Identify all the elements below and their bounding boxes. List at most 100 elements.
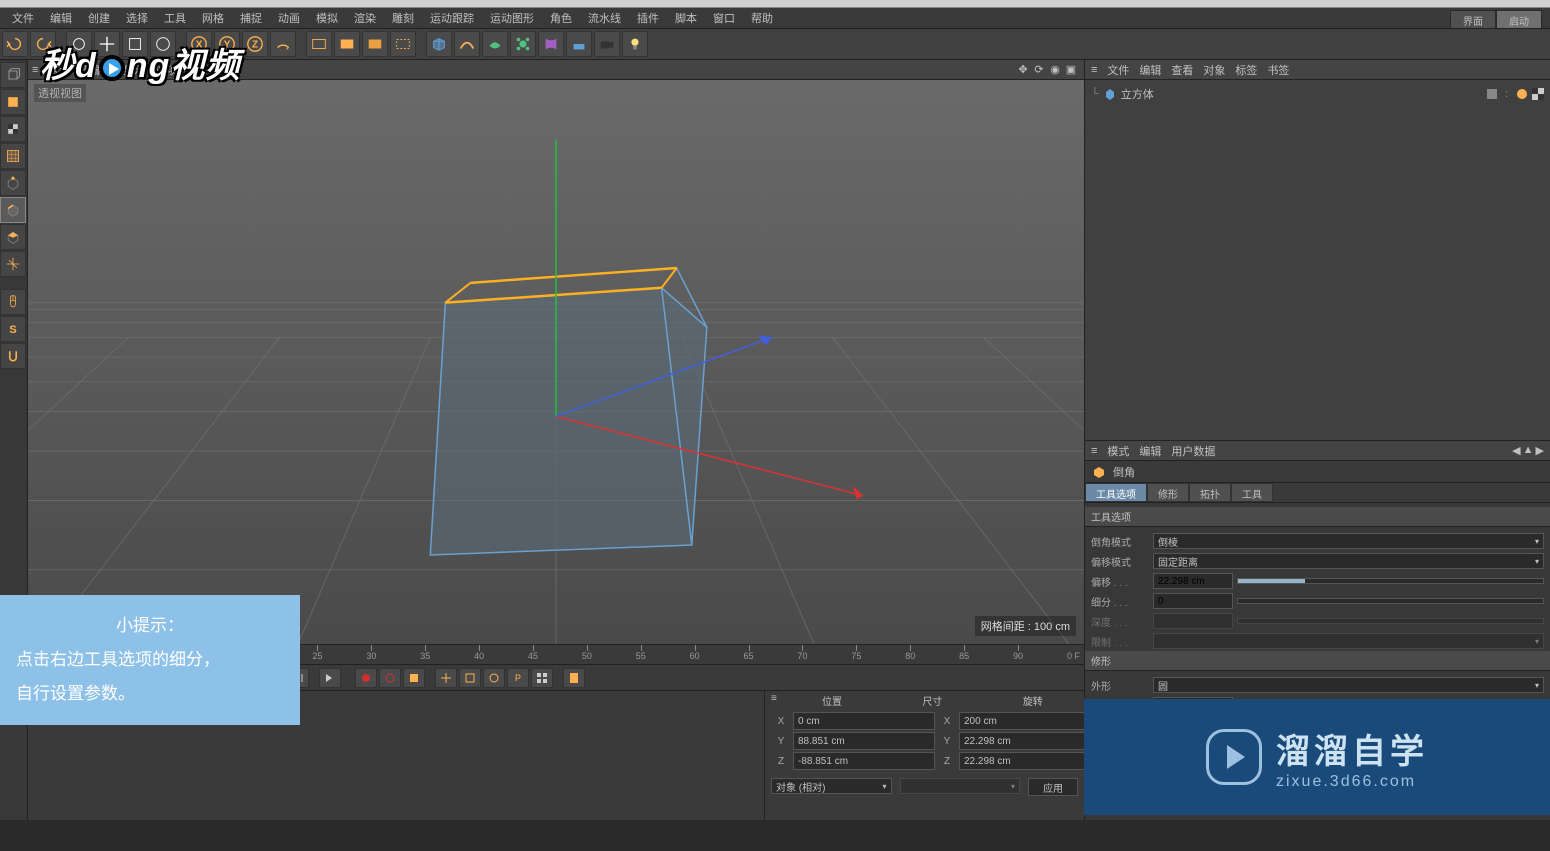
menu-edit[interactable]: 编辑 [42, 10, 80, 26]
attr-mode[interactable]: 模式 [1107, 443, 1129, 459]
offset-slider[interactable] [1237, 578, 1544, 584]
goto-end-icon[interactable] [319, 668, 341, 688]
move-tool-icon[interactable] [94, 31, 120, 57]
vp-display[interactable]: 显示 [123, 62, 145, 78]
snap-icon[interactable]: S [0, 316, 26, 342]
checker-tag-icon[interactable] [1532, 88, 1544, 100]
pos-x-field[interactable] [793, 712, 935, 730]
key-grid-icon[interactable] [531, 668, 553, 688]
magnet-icon[interactable] [0, 343, 26, 369]
point-mode-icon[interactable] [0, 170, 26, 196]
tab-shape[interactable]: 修形 [1147, 483, 1189, 502]
cube-primitive-icon[interactable] [426, 31, 452, 57]
vp-nav-move-icon[interactable]: ✥ [1016, 63, 1030, 77]
key-doc-icon[interactable] [563, 668, 585, 688]
obj-view[interactable]: 查看 [1171, 62, 1193, 78]
key-sel-icon[interactable] [403, 668, 425, 688]
effector-icon[interactable] [510, 31, 536, 57]
scale-tool-icon[interactable] [122, 31, 148, 57]
viewport-perspective[interactable]: 透视视图 网格间距 : 100 cm [28, 80, 1084, 644]
tree-label[interactable]: 立方体 [1121, 86, 1154, 102]
obj-file[interactable]: 文件 [1107, 62, 1129, 78]
size-z-field[interactable] [959, 752, 1101, 770]
shape-dropdown[interactable]: 圆 [1153, 677, 1544, 693]
record-icon[interactable] [355, 668, 377, 688]
bevel-mode-dropdown[interactable]: 倒棱 [1153, 533, 1544, 549]
menu-create[interactable]: 创建 [80, 10, 118, 26]
key-pos-icon[interactable] [435, 668, 457, 688]
vp-view[interactable]: 查看 [48, 62, 70, 78]
camera-icon[interactable] [594, 31, 620, 57]
size-x-field[interactable] [959, 712, 1101, 730]
tab-tool-options[interactable]: 工具选项 [1085, 483, 1147, 502]
undo-icon[interactable] [2, 31, 28, 57]
subdiv-slider[interactable] [1237, 598, 1544, 604]
polygon-mode-icon[interactable] [0, 224, 26, 250]
menu-animate[interactable]: 动画 [270, 10, 308, 26]
key-rot-icon[interactable] [483, 668, 505, 688]
rotate-tool-icon[interactable] [150, 31, 176, 57]
selection-tool-icon[interactable] [66, 31, 92, 57]
menu-render[interactable]: 渲染 [346, 10, 384, 26]
pos-y-field[interactable] [793, 732, 935, 750]
edge-mode-icon[interactable] [0, 197, 26, 223]
obj-edit[interactable]: 编辑 [1139, 62, 1161, 78]
key-param-icon[interactable]: P [507, 668, 529, 688]
apply-button[interactable]: 应用 [1028, 778, 1078, 796]
render-settings-icon[interactable] [362, 31, 388, 57]
menu-pipeline[interactable]: 流水线 [580, 10, 629, 26]
object-manager[interactable]: └ 立方体 : [1085, 80, 1550, 440]
vp-options[interactable]: 选项 [155, 62, 177, 78]
size-y-field[interactable] [959, 732, 1101, 750]
axis-x-icon[interactable]: X [186, 31, 212, 57]
redo-icon[interactable] [30, 31, 56, 57]
tab-topology[interactable]: 拓扑 [1189, 483, 1231, 502]
coord-abs-dropdown[interactable] [900, 778, 1021, 794]
attr-edit[interactable]: 编辑 [1139, 443, 1161, 459]
attr-userdata[interactable]: 用户数据 [1171, 443, 1215, 459]
obj-tags[interactable]: 标签 [1235, 62, 1257, 78]
vp-panel[interactable]: 面板 [219, 62, 241, 78]
floor-icon[interactable] [566, 31, 592, 57]
menu-sculpt[interactable]: 雕刻 [384, 10, 422, 26]
deformer-icon[interactable] [538, 31, 564, 57]
attr-back-icon[interactable]: ◀ [1512, 444, 1520, 457]
menu-tools[interactable]: 工具 [156, 10, 194, 26]
render-region-icon[interactable] [390, 31, 416, 57]
axis-y-icon[interactable]: Y [214, 31, 240, 57]
spline-icon[interactable] [454, 31, 480, 57]
render-pv-icon[interactable] [334, 31, 360, 57]
menu-character[interactable]: 角色 [542, 10, 580, 26]
pos-z-field[interactable] [793, 752, 935, 770]
menu-simulate[interactable]: 模拟 [308, 10, 346, 26]
vp-camera[interactable]: 摄像机 [80, 62, 113, 78]
offset-mode-dropdown[interactable]: 固定距离 [1153, 553, 1544, 569]
coord-mode-dropdown[interactable]: 对象 (相对) [771, 778, 892, 794]
menu-snap[interactable]: 捕捉 [232, 10, 270, 26]
menu-help[interactable]: 帮助 [743, 10, 781, 26]
menu-mesh[interactable]: 网格 [194, 10, 232, 26]
coord-system-icon[interactable] [270, 31, 296, 57]
vp-filter[interactable]: 过滤 [187, 62, 209, 78]
menu-plugins[interactable]: 插件 [629, 10, 667, 26]
menu-mtrack[interactable]: 运动跟踪 [422, 10, 482, 26]
attr-up-icon[interactable]: ▶ [1536, 444, 1544, 457]
obj-bookmarks[interactable]: 书签 [1267, 62, 1289, 78]
menu-select[interactable]: 选择 [118, 10, 156, 26]
model-mode-icon[interactable] [0, 89, 26, 115]
light-icon[interactable] [622, 31, 648, 57]
key-scale-icon[interactable] [459, 668, 481, 688]
tab-tool[interactable]: 工具 [1231, 483, 1273, 502]
offset-field[interactable] [1153, 573, 1233, 589]
autokey-icon[interactable] [379, 668, 401, 688]
axis-z-icon[interactable]: Z [242, 31, 268, 57]
mouse-mode-icon[interactable] [0, 289, 26, 315]
phong-tag-icon[interactable] [1516, 88, 1528, 100]
vp-nav-rotate-icon[interactable]: ◉ [1048, 63, 1062, 77]
subdiv-field[interactable] [1153, 593, 1233, 609]
uv-mode-icon[interactable] [0, 143, 26, 169]
visibility-editor-icon[interactable] [1487, 89, 1497, 99]
attr-fwd-icon[interactable]: ▲ [1523, 444, 1534, 457]
vp-nav-max-icon[interactable]: ▣ [1064, 63, 1078, 77]
generator-icon[interactable] [482, 31, 508, 57]
